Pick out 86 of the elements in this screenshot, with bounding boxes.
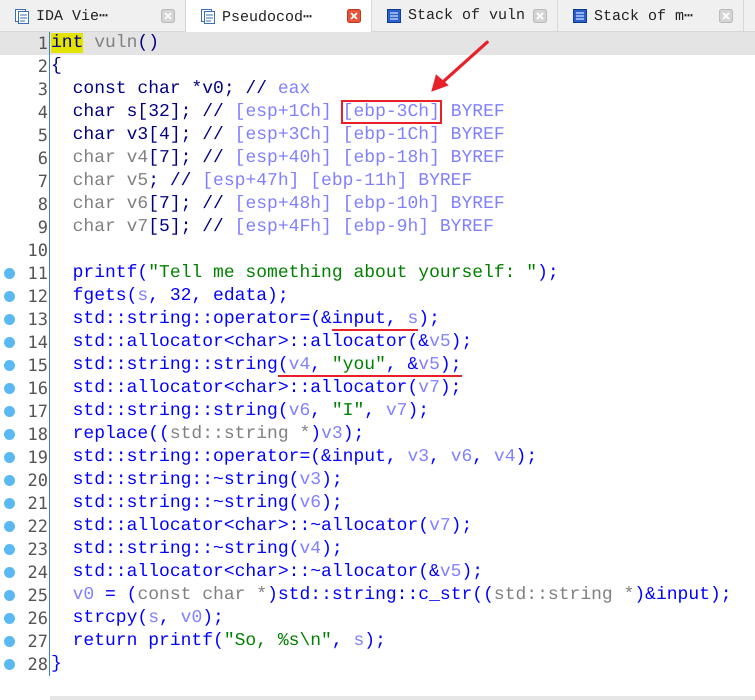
breakpoint-dot[interactable] [4,659,15,670]
code-line: std::allocator<char>::~allocator(v7); [72,515,472,538]
code-line: replace((std::string *)v3); [72,423,364,446]
code-line: char v4[7]; // [esp+40h] [ebp-18h] BYREF [72,147,505,170]
code-line: return printf("So, %s\n", s); [72,630,386,653]
tab-label: Stack of vuln [408,7,526,24]
code-line: std::string::~string(v6); [72,492,343,515]
stack-icon [386,8,402,24]
code-line: int vuln() [50,32,160,55]
line-number: 26 [28,608,48,628]
line-number: 18 [28,424,48,444]
line-number: 11 [28,264,48,284]
breakpoint-dot[interactable] [4,498,15,509]
breakpoint-dot[interactable] [4,383,15,394]
editor-tab[interactable]: Pseudocod⋯ [186,0,372,32]
code-line: std::string::~string(v3); [72,469,343,492]
breakpoint-dot[interactable] [4,475,15,486]
breakpoint-dot[interactable] [4,521,15,532]
code-line: char v3[4]; // [esp+3Ch] [ebp-1Ch] BYREF [72,124,505,147]
breakpoint-dot[interactable] [4,452,15,463]
code-line: const char *v0; // eax [72,78,310,101]
line-number: 10 [28,240,48,260]
line-number: 7 [38,172,48,192]
line-number: 24 [28,562,48,582]
line-number: 17 [28,402,48,422]
code-line: } [50,653,62,676]
line-number: 27 [28,632,48,652]
breakpoint-dot[interactable] [4,291,15,302]
editor-tab[interactable]: Stack of m⋯ [558,0,744,31]
code-line: std::allocator<char>::allocator(v7); [72,377,462,400]
breakpoint-dot[interactable] [4,544,15,555]
breakpoint-dot[interactable] [4,314,15,325]
line-number: 15 [28,356,48,376]
tab-label: IDA Vie⋯ [36,7,110,25]
line-number: 16 [28,378,48,398]
breakpoint-dot[interactable] [4,636,15,647]
line-number: 25 [28,586,48,606]
window-icon [14,8,30,24]
code-line: std::string::operator=(&input, s); [72,308,440,331]
line-number: 21 [28,494,48,514]
line-number: 4 [38,102,48,122]
breakpoint-dot[interactable] [4,567,15,578]
breakpoint-dot[interactable] [4,268,15,279]
line-number: 14 [28,332,48,352]
code-line: char s[32]; // [esp+1Ch] [ebp-3Ch] BYREF [72,101,505,124]
code-line: std::string::string(v4, "you", &v5); [72,354,462,377]
stack-icon [572,8,588,24]
line-number: 22 [28,516,48,536]
line-number: 13 [28,310,48,330]
code-line: std::string::string(v6, "I", v7); [72,400,430,423]
line-number: 6 [38,148,48,168]
breakpoint-dot[interactable] [4,613,15,624]
line-number: 9 [38,218,48,238]
line-number: 12 [28,286,48,306]
line-number: 1 [38,34,48,54]
breakpoint-dot[interactable] [4,429,15,440]
breakpoint-dot[interactable] [4,360,15,371]
code-line: char v5; // [esp+47h] [ebp-11h] BYREF [72,170,472,193]
code-line: fgets(s, 32, edata); [72,285,289,308]
breakpoint-dot[interactable] [4,406,15,417]
code-line: strcpy(s, v0); [72,607,224,630]
code-line: std::string::operator=(&input, v3, v6, v4); [72,446,538,469]
line-number: 23 [28,540,48,560]
editor-tab[interactable]: Stack of vuln [372,0,558,31]
code-line: printf("Tell me something about yourself: "); [72,262,559,285]
code-line: { [50,55,62,78]
close-icon[interactable] [347,9,361,23]
line-number: 3 [38,80,48,100]
editor-tab[interactable]: IDA Vie⋯ [0,0,186,31]
line-number: 2 [38,56,48,76]
code-line: std::allocator<char>::allocator(&v5); [72,331,472,354]
code-line: char v6[7]; // [esp+48h] [ebp-10h] BYREF [72,193,505,216]
breakpoint-dot[interactable] [4,337,15,348]
line-number: 28 [28,654,48,674]
line-number: 19 [28,448,48,468]
tab-label: Pseudocod⋯ [222,8,314,26]
window-icon [200,8,216,24]
line-number: 20 [28,470,48,490]
code-line: std::allocator<char>::~allocator(&v5); [72,561,484,584]
line-number: 8 [38,194,48,214]
code-line: char v7[5]; // [esp+4Fh] [ebp-9h] BYREF [72,216,494,239]
code-line: std::string::~string(v4); [72,538,343,561]
tab-label: Stack of m⋯ [594,7,694,25]
line-number: 5 [38,126,48,146]
code-line: v0 = (const char *)std::string::c_str((std::string *)&input); [72,584,732,607]
breakpoint-dot[interactable] [4,590,15,601]
